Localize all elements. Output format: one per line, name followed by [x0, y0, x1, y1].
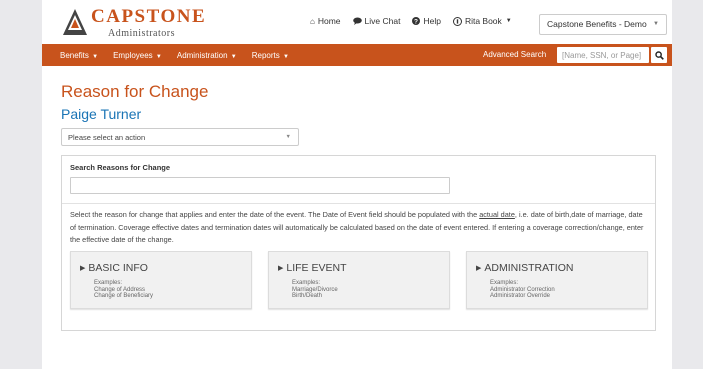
- main-nav: Benefits ▼ Employees ▼ Administration ▼ …: [42, 44, 672, 66]
- search-label: Search Reasons for Change: [70, 163, 171, 172]
- question-circle-icon: ?: [412, 17, 421, 25]
- help-link[interactable]: ? Help: [412, 16, 441, 26]
- global-search-input[interactable]: [557, 47, 649, 63]
- nav-item-label: Reports: [251, 50, 280, 60]
- advanced-search-link[interactable]: Advanced Search: [483, 50, 546, 59]
- example-item: Birth/Death: [292, 293, 323, 299]
- card-title-label: ADMINISTRATION: [484, 262, 574, 274]
- card-basic-info[interactable]: ▶ BASIC INFO Examples: Change of Address …: [70, 251, 252, 309]
- nav-item-administration[interactable]: Administration ▼: [177, 51, 237, 60]
- client-select-value: Capstone Benefits - Demo: [547, 19, 647, 29]
- card-life-event[interactable]: ▶ LIFE EVENT Examples: Marriage/Divorce B…: [268, 251, 450, 309]
- caret-down-icon: ▼: [505, 18, 512, 24]
- card-examples: Examples: Change of Address Change of Be…: [94, 280, 153, 300]
- home-link[interactable]: ⌂ Home: [310, 16, 341, 26]
- search-icon: [654, 50, 664, 60]
- card-administration[interactable]: ▶ ADMINISTRATION Examples: Administrator …: [466, 251, 648, 309]
- page-container: CAPSTONE Administrators ⌂ Home Live Chat…: [42, 0, 672, 369]
- caret-right-icon: ▶: [80, 265, 86, 272]
- search-button[interactable]: [651, 47, 667, 63]
- page-title: Reason for Change: [61, 82, 209, 101]
- client-select[interactable]: Capstone Benefits - Demo ▼: [539, 14, 667, 35]
- caret-down-icon: ▼: [653, 21, 659, 27]
- actual-date-text: actual date: [479, 210, 515, 219]
- action-select[interactable]: Please select an action ▼: [61, 128, 299, 146]
- nav-item-label: Benefits: [60, 50, 89, 60]
- card-title: ▶ BASIC INFO: [80, 262, 148, 274]
- instructions-text: Select the reason for change that applie…: [70, 209, 648, 247]
- example-item: Change of Beneficiary: [94, 293, 154, 299]
- caret-down-icon: ▼: [92, 53, 99, 60]
- capstone-logo-icon: [63, 9, 87, 35]
- nav-item-label: Administration: [176, 50, 228, 60]
- nav-item-reports[interactable]: Reports ▼: [252, 51, 289, 60]
- svg-text:?: ?: [414, 18, 418, 25]
- nav-item-label: Employees: [113, 50, 153, 60]
- nav-item-employees[interactable]: Employees ▼: [113, 51, 162, 60]
- user-menu-label: Rita Book: [464, 16, 502, 26]
- card-examples: Examples: Marriage/Divorce Birth/Death: [292, 280, 338, 300]
- nav-item-benefits[interactable]: Benefits ▼: [60, 51, 98, 60]
- card-examples: Examples: Administrator Correction Admin…: [490, 280, 555, 300]
- user-badge-icon: [452, 16, 462, 26]
- caret-down-icon: ▼: [230, 53, 237, 60]
- person-name: Paige Turner: [61, 106, 142, 122]
- live-chat-link[interactable]: Live Chat: [352, 16, 401, 26]
- caret-down-icon: ▼: [285, 134, 291, 140]
- chat-bubble-icon: [352, 17, 362, 25]
- brand-logo[interactable]: CAPSTONE Administrators: [62, 6, 222, 40]
- reason-search-input[interactable]: [70, 177, 450, 194]
- caret-right-icon: ▶: [476, 265, 482, 272]
- caret-down-icon: ▼: [155, 53, 162, 60]
- instructions-part: Select the reason for change that applie…: [70, 210, 480, 219]
- home-link-label: Home: [317, 16, 341, 26]
- help-link-label: Help: [423, 16, 441, 26]
- top-links: ⌂ Home Live Chat ? Help Rita Book ▼: [310, 16, 512, 26]
- example-item: Administrator Override: [490, 293, 551, 299]
- card-title-label: BASIC INFO: [88, 262, 148, 274]
- nav-menu: Benefits ▼ Employees ▼ Administration ▼ …: [60, 44, 289, 66]
- card-title: ▶ ADMINISTRATION: [476, 262, 573, 274]
- top-header: CAPSTONE Administrators ⌂ Home Live Chat…: [42, 0, 672, 44]
- caret-down-icon: ▼: [282, 53, 289, 60]
- brand-name: CAPSTONE: [91, 6, 207, 27]
- live-chat-link-label: Live Chat: [364, 16, 401, 26]
- card-title: ▶ LIFE EVENT: [278, 262, 347, 274]
- caret-right-icon: ▶: [278, 265, 284, 272]
- user-menu[interactable]: Rita Book ▼: [452, 16, 512, 26]
- card-title-label: LIFE EVENT: [286, 262, 347, 274]
- reason-panel: Search Reasons for Change Select the rea…: [61, 155, 656, 331]
- brand-subtitle: Administrators: [108, 28, 175, 39]
- divider: [62, 203, 655, 204]
- home-icon: ⌂: [310, 16, 315, 26]
- action-select-value: Please select an action: [68, 133, 146, 142]
